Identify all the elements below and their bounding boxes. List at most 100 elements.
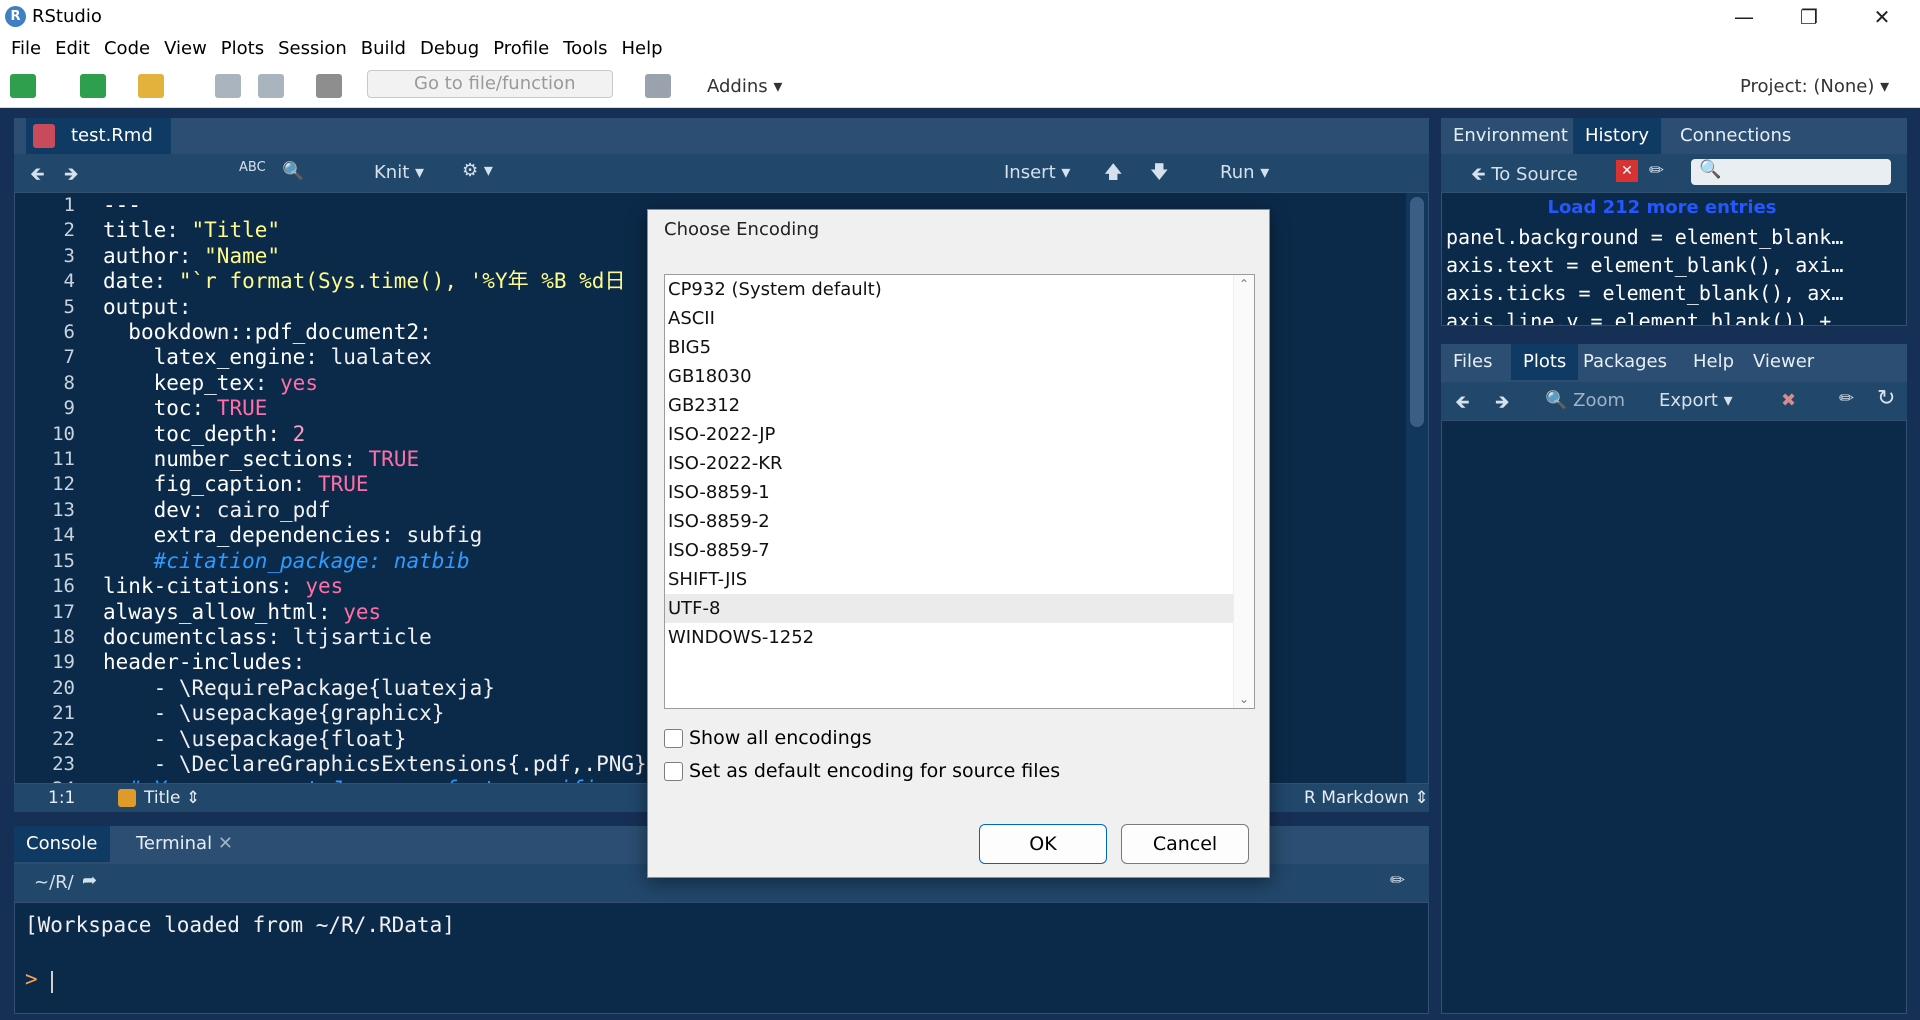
history-list[interactable]: panel.background = element_blank… axis.te… <box>1446 223 1843 325</box>
checkbox-box[interactable] <box>664 762 683 781</box>
encoding-option[interactable]: ISO-2022-KR <box>665 449 1233 478</box>
console-cursor <box>51 971 53 993</box>
to-source-button[interactable]: 🡸 To Source <box>1471 162 1578 192</box>
arrow-up-icon[interactable]: 🡅 <box>1104 160 1123 190</box>
go-to-directory-icon[interactable]: ➦ <box>82 870 97 891</box>
load-more-link[interactable]: Load 212 more entries <box>1442 197 1882 218</box>
tab-help[interactable]: Help <box>1681 344 1746 380</box>
file-type-menu[interactable]: R Markdown ⇕ <box>1304 784 1429 812</box>
new-file-icon[interactable] <box>10 74 36 98</box>
encoding-option[interactable]: UTF-8 <box>665 594 1233 623</box>
history-entry[interactable]: axis.text = element_blank(), axi… <box>1446 251 1843 279</box>
goto-file-input[interactable]: Go to file/function <box>367 70 613 98</box>
window-title: RStudio <box>32 6 102 27</box>
section-label: Title <box>144 788 181 808</box>
menu-view[interactable]: View <box>157 34 214 64</box>
history-entry[interactable]: panel.background = element_blank… <box>1446 223 1843 251</box>
history-entry[interactable]: axis.ticks = element_blank(), ax… <box>1446 279 1843 307</box>
line-number: 24 <box>15 777 75 783</box>
checkbox-box[interactable] <box>664 729 683 748</box>
encoding-option[interactable]: SHIFT-JIS <box>665 565 1233 594</box>
open-folder-icon[interactable] <box>138 74 164 98</box>
project-menu[interactable]: Project: (None) ▾ <box>1740 76 1889 97</box>
encoding-option[interactable]: WINDOWS-1252 <box>665 623 1233 652</box>
menu-tools[interactable]: Tools <box>556 34 614 64</box>
console-pane[interactable]: [Workspace loaded from ~/R/.RData] > <box>14 902 1429 1014</box>
run-button[interactable]: Run ▾ <box>1220 162 1269 183</box>
terminal-tab-label: Terminal <box>136 833 213 854</box>
back-icon[interactable]: 🡸 <box>30 162 45 192</box>
encoding-option[interactable]: GB18030 <box>665 362 1233 391</box>
close-icon[interactable]: ✕ <box>1860 4 1904 30</box>
encoding-list-scrollbar[interactable]: ⌃ ⌄ <box>1233 275 1254 708</box>
encoding-list[interactable]: CP932 (System default) ASCII BIG5 GB18030 GB… <box>664 274 1255 709</box>
encoding-option[interactable]: BIG5 <box>665 333 1233 362</box>
menu-session[interactable]: Session <box>271 34 354 64</box>
encoding-option[interactable]: CP932 (System default) <box>665 275 1233 304</box>
console-prompt[interactable]: > <box>25 967 38 992</box>
encoding-option[interactable]: ASCII <box>665 304 1233 333</box>
line-number: 18 <box>52 625 75 648</box>
menu-help[interactable]: Help <box>615 34 670 64</box>
back-icon[interactable]: 🡸 <box>1455 390 1470 420</box>
insert-button[interactable]: Insert ▾ <box>1004 162 1070 183</box>
ok-button[interactable]: OK <box>979 824 1107 864</box>
tab-files[interactable]: Files <box>1441 344 1505 380</box>
save-icon[interactable] <box>215 74 241 98</box>
export-button[interactable]: Export ▾ <box>1659 390 1733 411</box>
addins-menu[interactable]: Addins ▾ <box>707 76 782 97</box>
menu-profile[interactable]: Profile <box>486 34 556 64</box>
broom-icon[interactable]: ✏ <box>1839 388 1854 409</box>
history-entry[interactable]: axis.line.y = element_blank()) + <box>1446 307 1843 325</box>
show-all-encodings-checkbox[interactable]: Show all encodings <box>664 727 872 749</box>
minimize-icon[interactable]: — <box>1722 4 1766 30</box>
encoding-option[interactable]: ISO-2022-JP <box>665 420 1233 449</box>
cancel-button[interactable]: Cancel <box>1121 824 1249 864</box>
remove-plot-icon[interactable]: ✖ <box>1781 390 1796 411</box>
forward-icon[interactable]: 🡺 <box>1495 390 1510 420</box>
tab-console[interactable]: Console <box>14 826 110 862</box>
grid-icon[interactable] <box>645 74 671 98</box>
encoding-option[interactable]: GB2312 <box>665 391 1233 420</box>
search-icon[interactable]: 🔍 <box>282 161 304 182</box>
tab-history[interactable]: History <box>1573 118 1662 154</box>
line-number: 3 <box>63 244 75 267</box>
history-pane[interactable]: Load 212 more entries panel.background =… <box>1441 192 1907 326</box>
restore-icon[interactable]: ❐ <box>1787 4 1831 30</box>
arrow-down-icon[interactable]: 🡇 <box>1150 160 1169 190</box>
spellcheck-icon[interactable]: ABC <box>239 160 266 175</box>
forward-icon[interactable]: 🡺 <box>64 162 79 192</box>
delete-entry-icon[interactable]: ✕ <box>1616 160 1638 182</box>
section-jump[interactable]: Title ⇕ <box>144 784 200 812</box>
save-all-icon[interactable] <box>258 74 284 98</box>
choose-encoding-dialog: Choose Encoding CP932 (System default) AS… <box>647 209 1270 878</box>
encoding-option[interactable]: ISO-8859-1 <box>665 478 1233 507</box>
new-project-icon[interactable] <box>80 74 106 98</box>
menu-code[interactable]: Code <box>97 34 157 64</box>
zoom-button[interactable]: 🔍 Zoom <box>1545 390 1625 411</box>
refresh-icon[interactable]: ↻ <box>1877 386 1895 411</box>
knit-button[interactable]: Knit ▾ <box>374 162 424 183</box>
menu-file[interactable]: File <box>4 34 48 64</box>
encoding-option[interactable]: ISO-8859-2 <box>665 507 1233 536</box>
tab-environment[interactable]: Environment <box>1441 118 1580 154</box>
code-editor[interactable]: --- title: "Title" author: "Name" date: … <box>103 193 647 783</box>
gear-icon[interactable]: ⚙ ▾ <box>462 160 493 181</box>
set-default-checkbox[interactable]: Set as default encoding for source files <box>664 760 1060 782</box>
tab-terminal[interactable]: Terminal ✕ <box>124 826 245 862</box>
history-search-input[interactable]: 🔍 <box>1691 159 1891 185</box>
menu-edit[interactable]: Edit <box>48 34 97 64</box>
menu-debug[interactable]: Debug <box>413 34 486 64</box>
print-icon[interactable] <box>316 74 342 98</box>
line-gutter: 123456789101112131415161718192021222324 <box>15 193 75 783</box>
tab-packages[interactable]: Packages <box>1571 344 1679 380</box>
editor-scrollbar[interactable] <box>1406 193 1428 783</box>
tab-viewer[interactable]: Viewer <box>1741 344 1826 380</box>
tab-connections[interactable]: Connections <box>1668 118 1803 154</box>
menu-plots[interactable]: Plots <box>214 34 271 64</box>
broom-icon[interactable]: ✏ <box>1390 870 1405 891</box>
menu-build[interactable]: Build <box>354 34 413 64</box>
encoding-option[interactable]: ISO-8859-7 <box>665 536 1233 565</box>
tab-plots[interactable]: Plots <box>1511 344 1579 380</box>
broom-icon[interactable]: ✏ <box>1649 160 1664 181</box>
